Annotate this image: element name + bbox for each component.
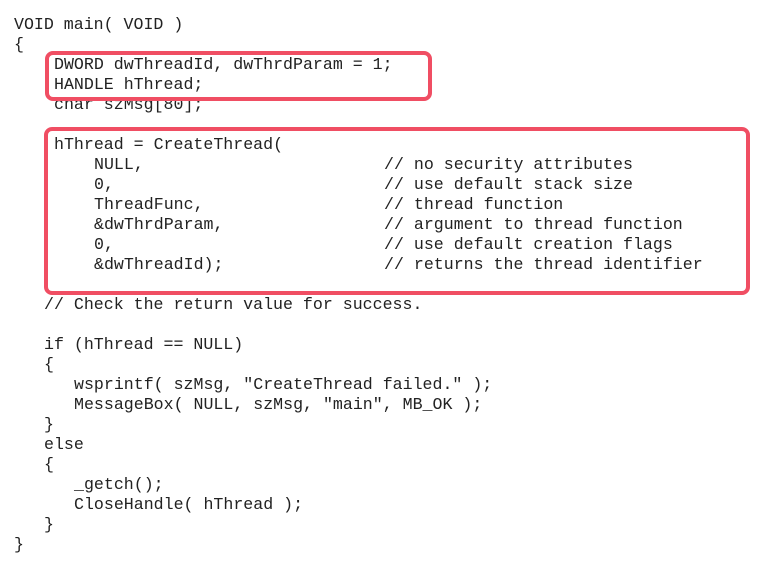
code-text: hThread = CreateThread( [54,135,284,154]
code-text: { [14,35,24,54]
code-text: } [14,535,24,554]
code-text: DWORD dwThreadId, dwThrdParam = 1; [54,55,393,74]
code-line: &dwThrdParam, // argument to thread funct… [14,215,774,235]
code-line: } [14,535,774,555]
code-text: 0, [94,175,114,194]
code-line: { [14,35,774,55]
code-comment: // thread function [384,195,564,214]
code-line: } [14,415,774,435]
code-line: HANDLE hThread; [14,75,774,95]
code-text: char szMsg[80]; [54,95,204,114]
code-text: HANDLE hThread; [54,75,204,94]
code-line: VOID main( VOID ) [14,15,774,35]
code-text: // Check the return value for success. [44,295,423,314]
code-line: CloseHandle( hThread ); [14,495,774,515]
code-line: &dwThreadId); // returns the thread ident… [14,255,774,275]
code-line: _getch(); [14,475,774,495]
code-text: else [44,435,84,454]
code-line: MessageBox( NULL, szMsg, "main", MB_OK )… [14,395,774,415]
code-text: if (hThread == NULL) [44,335,244,354]
code-comment: // returns the thread identifier [384,255,703,274]
code-text: ThreadFunc, [94,195,204,214]
code-text: { [44,355,54,374]
code-line: DWORD dwThreadId, dwThrdParam = 1; [14,55,774,75]
code-listing: VOID main( VOID ) { DWORD dwThreadId, dw… [14,15,774,555]
code-comment: // no security attributes [384,155,633,174]
code-text: { [44,455,54,474]
code-comment: // argument to thread function [384,215,683,234]
code-line: 0, // use default stack size [14,175,774,195]
code-text: _getch(); [74,475,164,494]
code-line: { [14,355,774,375]
code-text: &dwThrdParam, [94,215,224,234]
code-text: VOID main( VOID ) [14,15,184,34]
code-line: 0, // use default creation flags [14,235,774,255]
code-line: ThreadFunc, // thread function [14,195,774,215]
code-line: if (hThread == NULL) [14,335,774,355]
code-line: NULL, // no security attributes [14,155,774,175]
code-line: wsprintf( szMsg, "CreateThread failed." … [14,375,774,395]
code-text: 0, [94,235,114,254]
code-line: // Check the return value for success. [14,295,774,315]
code-line: hThread = CreateThread( [14,135,774,155]
code-text: MessageBox( NULL, szMsg, "main", MB_OK )… [74,395,483,414]
code-text: NULL, [94,155,144,174]
code-line: } [14,515,774,535]
code-comment: // use default creation flags [384,235,673,254]
code-comment: // use default stack size [384,175,633,194]
code-line: char szMsg[80]; [14,95,774,115]
code-line: else [14,435,774,455]
code-line: { [14,455,774,475]
code-text: wsprintf( szMsg, "CreateThread failed." … [74,375,493,394]
code-text: } [44,515,54,534]
code-text: CloseHandle( hThread ); [74,495,304,514]
code-text: &dwThreadId); [94,255,224,274]
code-text: } [44,415,54,434]
